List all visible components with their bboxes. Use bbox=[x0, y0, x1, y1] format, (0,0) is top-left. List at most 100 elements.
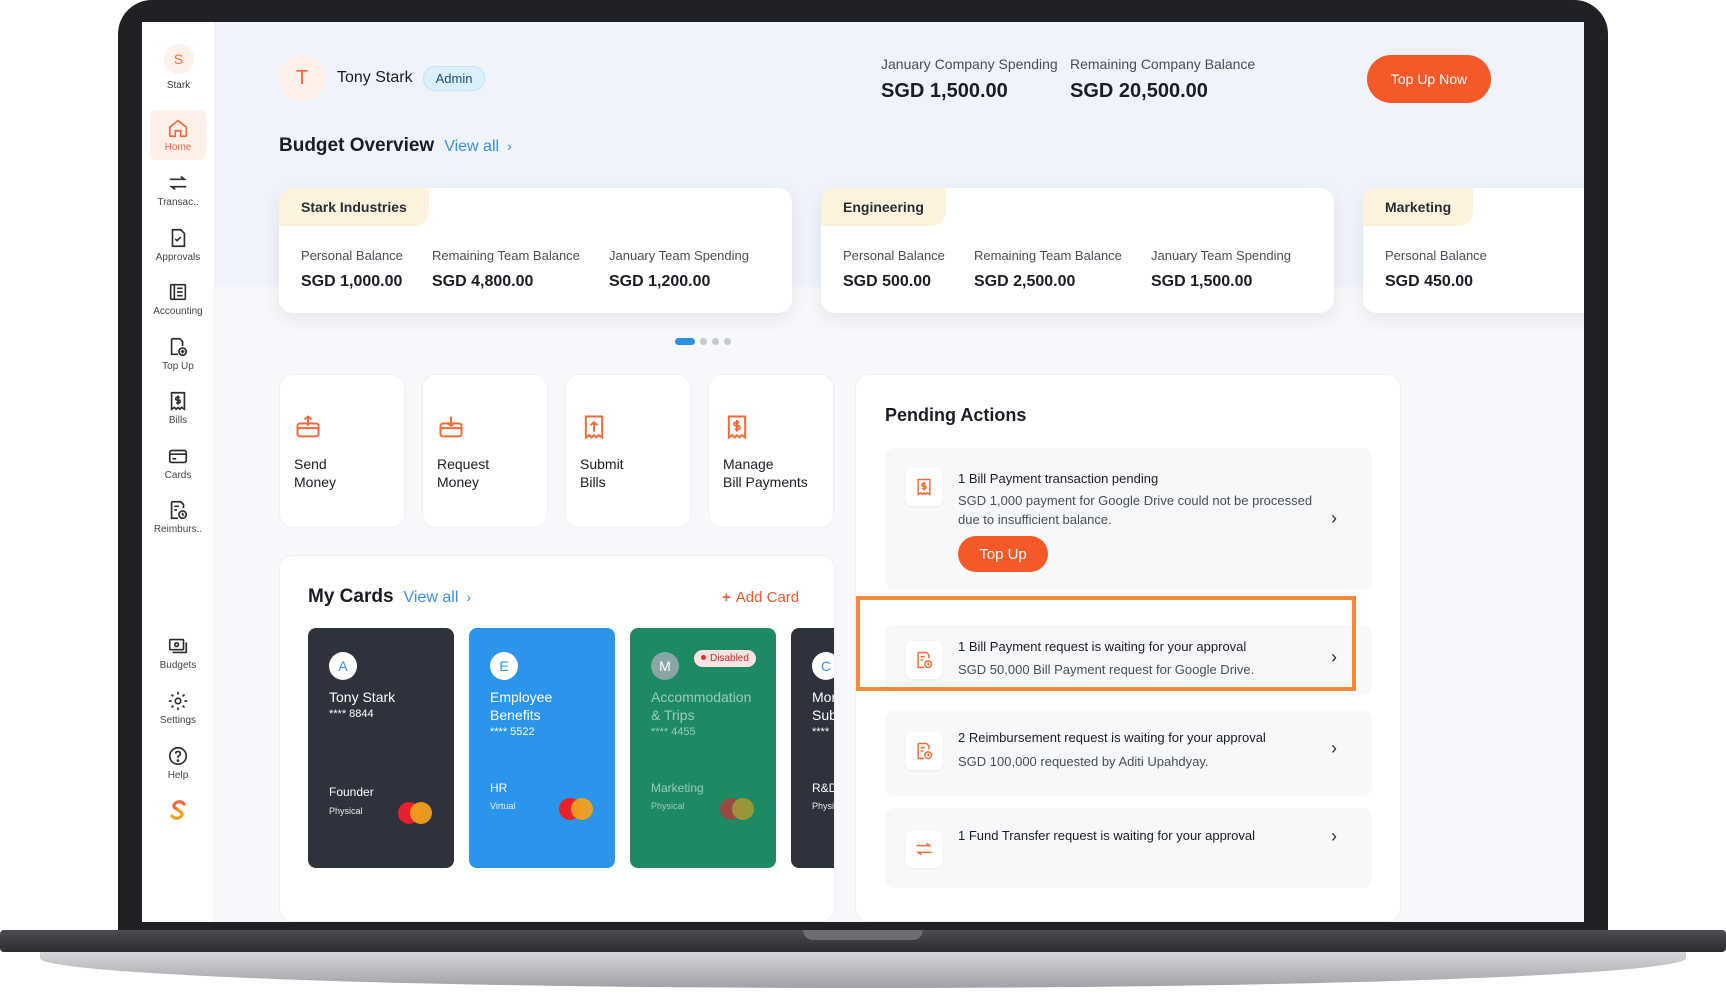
budget-col: Personal Balance SGD 500.00 bbox=[843, 248, 945, 291]
app-screen: S Stark Home Transac.. Approvals Account… bbox=[142, 22, 1584, 922]
nav-label: Budgets bbox=[159, 660, 197, 671]
add-card-label: Add Card bbox=[735, 589, 800, 606]
carousel-dot[interactable] bbox=[724, 338, 731, 345]
pending-item-reimbursement[interactable]: 2 Reimbursement request is waiting for y… bbox=[885, 710, 1372, 796]
nav-budgets[interactable]: Budgets bbox=[150, 628, 206, 678]
budget-overview-header: Budget Overview View all › bbox=[279, 135, 512, 157]
pending-item-icon bbox=[905, 830, 943, 868]
pending-item-desc: SGD 50,000 Bill Payment request for Goog… bbox=[958, 662, 1255, 677]
nav-home[interactable]: Home bbox=[150, 110, 206, 160]
payment-card[interactable]: A Tony Stark **** 8844 Founder Physical bbox=[308, 628, 454, 868]
chevron-right-icon: › bbox=[1331, 508, 1337, 528]
carousel-dot[interactable] bbox=[675, 338, 695, 345]
submit-bills-action[interactable]: Submit Bills bbox=[565, 374, 691, 528]
card-number: **** 8844 bbox=[329, 708, 374, 720]
manage-bill-payments-icon bbox=[727, 415, 747, 440]
budget-col-label: January Team Spending bbox=[1151, 248, 1291, 263]
request-money-action[interactable]: Request Money bbox=[422, 374, 548, 528]
budget-col: January Team Spending SGD 1,200.00 bbox=[609, 248, 749, 291]
budget-view-all-link[interactable]: View all › bbox=[444, 138, 512, 156]
top-up-button[interactable]: Top Up bbox=[958, 536, 1048, 572]
nav-label: Accounting bbox=[153, 306, 203, 317]
carousel-dot[interactable] bbox=[712, 338, 719, 345]
user-profile[interactable]: T Tony Stark Admin bbox=[279, 55, 486, 101]
fund-transfer-icon bbox=[915, 842, 933, 856]
role-badge: Admin bbox=[422, 65, 486, 91]
add-card-button[interactable]: + Add Card bbox=[722, 589, 799, 606]
action-label: Request Money bbox=[437, 456, 490, 490]
gear-icon bbox=[168, 691, 188, 711]
view-all-label: View all bbox=[444, 138, 500, 155]
card-name: Accommodation & Trips bbox=[651, 689, 752, 723]
payment-card[interactable]: E Employee Benefits **** 5522 HR Virtual bbox=[469, 628, 615, 868]
carousel-dot[interactable] bbox=[700, 338, 707, 345]
pending-item-title: 1 Fund Transfer request is waiting for y… bbox=[958, 828, 1255, 843]
card-avatar: A bbox=[329, 652, 357, 680]
nav-settings[interactable]: Settings bbox=[150, 683, 206, 733]
nav-transactions[interactable]: Transac.. bbox=[150, 165, 206, 215]
budget-col-value: SGD 1,200.00 bbox=[609, 273, 711, 290]
nav-label: Reimburs.. bbox=[153, 524, 203, 535]
home-icon bbox=[168, 119, 188, 138]
card-number: **** 4455 bbox=[651, 726, 696, 738]
laptop-base bbox=[0, 930, 1726, 993]
stat-label: January Company Spending bbox=[881, 56, 1058, 72]
cards-view-all-link[interactable]: View all › bbox=[404, 589, 472, 607]
budget-col: Remaining Team Balance SGD 2,500.00 bbox=[974, 248, 1122, 291]
budget-col-label: Remaining Team Balance bbox=[432, 248, 580, 263]
main-content: T Tony Stark Admin January Company Spend… bbox=[215, 22, 1584, 922]
budget-col-value: SGD 1,500.00 bbox=[1151, 273, 1253, 290]
pending-item-bill-approval[interactable]: 1 Bill Payment request is waiting for yo… bbox=[885, 625, 1372, 695]
send-money-action[interactable]: Send Money bbox=[279, 374, 405, 528]
card-team: Founder bbox=[329, 785, 374, 799]
budget-col-label: Personal Balance bbox=[1385, 248, 1487, 263]
chevron-right-icon: › bbox=[466, 589, 472, 605]
top-up-now-button[interactable]: Top Up Now bbox=[1367, 55, 1491, 103]
action-label: Manage Bill Payments bbox=[723, 456, 808, 490]
reimbursement-clock-icon bbox=[917, 742, 933, 760]
card-team: R&D bbox=[812, 781, 835, 795]
nav-reimbursements[interactable]: Reimburs.. bbox=[150, 492, 206, 542]
carousel-dots bbox=[675, 338, 731, 345]
nav-approvals[interactable]: Approvals bbox=[150, 220, 206, 270]
budget-col-label: Personal Balance bbox=[843, 248, 945, 263]
chevron-right-icon: › bbox=[1331, 738, 1337, 758]
stat-value: SGD 20,500.00 bbox=[1070, 80, 1208, 102]
org-name: Stark bbox=[166, 80, 191, 91]
nav-help[interactable]: Help bbox=[150, 738, 206, 788]
mastercard-logo-icon bbox=[720, 798, 754, 820]
nav-label: Transac.. bbox=[157, 197, 199, 208]
pending-item-title: 1 Bill Payment request is waiting for yo… bbox=[958, 639, 1247, 654]
nav-top-up[interactable]: Top Up bbox=[150, 329, 206, 379]
nav-label: Settings bbox=[159, 715, 197, 726]
budget-col: Personal Balance SGD 1,000.00 bbox=[301, 248, 403, 291]
budget-card-stark-industries[interactable]: Stark Industries Personal Balance SGD 1,… bbox=[279, 188, 792, 313]
nav-accounting[interactable]: Accounting bbox=[150, 274, 206, 324]
org-switcher[interactable]: S Stark bbox=[142, 44, 215, 91]
budget-card-engineering[interactable]: Engineering Personal Balance SGD 500.00 … bbox=[821, 188, 1334, 313]
budget-col: Remaining Team Balance SGD 4,800.00 bbox=[432, 248, 580, 291]
card-type: Physi bbox=[812, 801, 835, 811]
card-avatar: E bbox=[490, 652, 518, 680]
mastercard-logo-icon bbox=[398, 802, 432, 824]
pending-item-fund-transfer[interactable]: 1 Fund Transfer request is waiting for y… bbox=[885, 808, 1372, 888]
pending-actions-panel: Pending Actions 1 Bill Payment transacti… bbox=[855, 374, 1401, 922]
pending-item-bill-transaction[interactable]: 1 Bill Payment transaction pending SGD 1… bbox=[885, 448, 1372, 590]
pending-item-icon bbox=[905, 641, 943, 679]
nav-label: Home bbox=[164, 142, 192, 153]
payment-card[interactable]: M Disabled Accommodation & Trips **** 44… bbox=[630, 628, 776, 868]
budget-card-marketing[interactable]: Marketing Personal Balance SGD 450.00 bbox=[1363, 188, 1584, 313]
stat-value: SGD 1,500.00 bbox=[881, 80, 1008, 102]
budget-col: Personal Balance SGD 450.00 bbox=[1385, 248, 1487, 291]
nav-bills[interactable]: Bills bbox=[150, 383, 206, 433]
payment-card[interactable]: C Mor Sub **** R&D Physi bbox=[791, 628, 835, 868]
plus-icon: + bbox=[722, 589, 731, 606]
card-avatar: C bbox=[812, 652, 834, 680]
accounting-ledger-icon bbox=[169, 283, 187, 301]
nav-cards[interactable]: Cards bbox=[150, 438, 206, 488]
budget-col: January Team Spending SGD 1,500.00 bbox=[1151, 248, 1291, 291]
manage-bill-payments-action[interactable]: Manage Bill Payments bbox=[708, 374, 834, 528]
nav-label: Bills bbox=[168, 415, 188, 426]
budget-col-label: Remaining Team Balance bbox=[974, 248, 1122, 263]
view-all-label: View all bbox=[403, 589, 459, 606]
